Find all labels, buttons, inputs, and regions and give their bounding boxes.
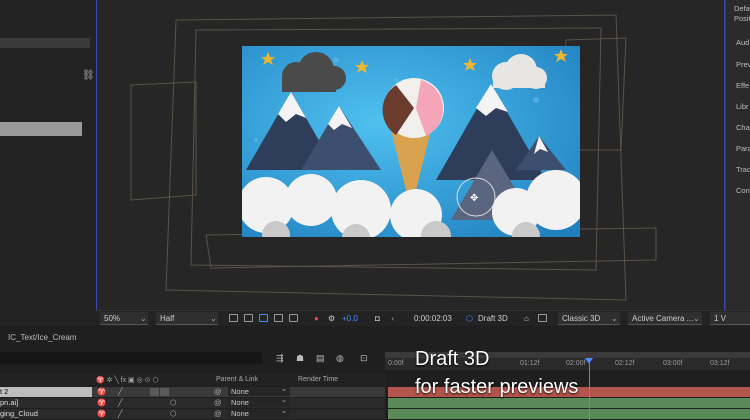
caption-overlay: Draft 3D for faster previews [415, 345, 578, 401]
frame-blending-icon[interactable]: ▤ [316, 353, 325, 364]
3d-layer-icon[interactable]: ⬡ [170, 409, 177, 419]
camera-snapshot-icon[interactable]: ◘ [375, 312, 380, 325]
panel-item-content[interactable]: Cont [736, 186, 750, 195]
caption-line-1: Draft 3D [415, 348, 490, 370]
quality-switch-icon[interactable]: ╱ [118, 398, 123, 408]
layer-name[interactable]: ging_Cloud [0, 409, 92, 419]
chevron-down-icon: ⌄ [210, 314, 217, 323]
show-snapshot-icon[interactable]: ◐ [391, 312, 396, 325]
chevron-down-icon: ⌄ [140, 314, 147, 323]
camera-select[interactable]: Active Camera ... [628, 312, 702, 325]
draft3d-icon: ⬡ [466, 314, 473, 323]
project-item-selected[interactable] [0, 122, 82, 136]
panel-item-effects[interactable]: Effe [736, 81, 749, 90]
parent-select[interactable]: None [228, 406, 290, 418]
parent-link-header: Parent & Link [216, 376, 259, 383]
extended-viewer-icon[interactable] [538, 314, 547, 322]
render-time-header: Render Time [298, 376, 339, 383]
panel-item-audio[interactable]: Aud [736, 38, 749, 47]
pick-whip-icon[interactable]: @ [214, 387, 222, 397]
chevron-down-icon: ⌄ [693, 314, 700, 323]
chevron-down-icon: ⌄ [611, 314, 618, 323]
exposure-icon[interactable]: ⚙ [328, 312, 335, 325]
layer-name[interactable]: t 2 [0, 387, 92, 397]
shy-layers-icon[interactable]: ☗ [296, 353, 304, 364]
view-layout-select[interactable]: 1 V [710, 312, 750, 325]
switches-header-icons: ♈ ✲ ╲ fx ▣ ◎ ⊙ ⬡ [96, 377, 159, 384]
composition-flowchart-icon[interactable]: ⇶ [276, 353, 284, 364]
composition-canvas[interactable]: ✥ [96, 0, 725, 310]
quality-switch-icon[interactable]: ╱ [118, 409, 123, 419]
motion-blur-icon[interactable]: ◍ [336, 353, 344, 364]
right-panel-stack: Defa Positi Aud Prev Effe Libr Cha Para … [725, 0, 750, 330]
fast-previews-icon[interactable] [229, 314, 238, 322]
panel-item-position[interactable]: Positi [734, 14, 750, 23]
viewer-toolbar: 50% ⌄ Half ⌄ ● ⚙ +0.0 ◘ ◐ 0:00:02:03 ⬡ D… [96, 310, 750, 327]
svg-text:✥: ✥ [470, 193, 478, 204]
layer-switch[interactable] [160, 388, 169, 396]
quality-switch-icon[interactable]: ╱ [118, 387, 123, 397]
channel-icon[interactable]: ● [314, 312, 319, 325]
layer-search-input[interactable] [0, 352, 262, 364]
layer-row[interactable]: t 2 ♈ ╱ @ None [0, 384, 385, 397]
resolution-select[interactable]: Half [156, 312, 218, 325]
ruler-tick: 0:00f [388, 360, 404, 367]
region-of-interest-icon[interactable] [274, 314, 283, 322]
timeline-tab[interactable]: IC_Text/Ice_Cream [8, 333, 76, 342]
panel-item-defaults[interactable]: Defa [734, 4, 750, 13]
ice-cream-scene [242, 46, 580, 237]
layer-row[interactable]: pn.ai] ♈ ╱ ⬡ @ None [0, 395, 385, 408]
3d-layer-icon[interactable]: ⬡ [170, 398, 177, 408]
panel-item-character[interactable]: Cha [736, 123, 750, 132]
exposure-value[interactable]: +0.0 [342, 312, 358, 325]
ruler-tick: 03:00f [663, 360, 683, 367]
3d-ground-plane-icon[interactable]: ⌂ [524, 312, 529, 325]
draft3d-button[interactable]: Draft 3D [478, 312, 508, 325]
current-time[interactable]: 0:00:02:03 [414, 312, 452, 325]
project-search-field[interactable] [0, 38, 90, 48]
panel-item-paragraph[interactable]: Para [736, 144, 750, 153]
shy-switch-icon[interactable]: ♈ [97, 398, 106, 408]
layer-row[interactable]: ging_Cloud ♈ ╱ ⬡ @ None [0, 406, 385, 419]
shy-switch-icon[interactable]: ♈ [97, 409, 106, 419]
ruler-tick: 03:12f [710, 360, 730, 367]
shy-switch-icon[interactable]: ♈ [97, 387, 106, 397]
flowchart-icon[interactable]: ⛓ [82, 70, 95, 81]
ruler-tick: 02:12f [615, 360, 635, 367]
caption-line-2: for faster previews [415, 376, 579, 398]
mask-visibility-icon[interactable] [259, 314, 268, 322]
playhead-handle[interactable] [585, 358, 593, 364]
pick-whip-icon[interactable]: @ [214, 398, 222, 408]
layer-duration-bar[interactable] [388, 409, 750, 419]
graph-editor-icon[interactable]: ⊡ [360, 353, 368, 364]
panel-item-preview[interactable]: Prev [736, 60, 750, 69]
panel-item-libraries[interactable]: Libr [736, 102, 749, 111]
pick-whip-icon[interactable]: @ [214, 409, 222, 419]
project-panel [0, 0, 96, 330]
transparency-grid-icon[interactable] [244, 314, 253, 322]
playhead-line[interactable] [589, 358, 590, 420]
panel-item-tracker[interactable]: Trac [736, 165, 750, 174]
layer-name[interactable]: pn.ai] [0, 398, 92, 408]
guides-icon[interactable] [289, 314, 298, 322]
layer-switch[interactable] [150, 388, 159, 396]
